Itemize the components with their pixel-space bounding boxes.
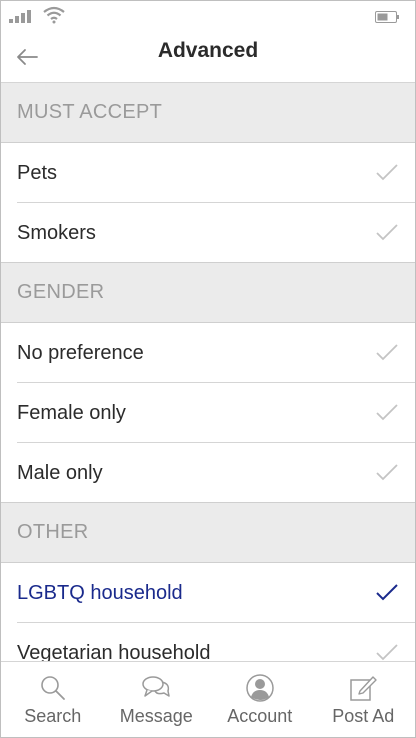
option-label: Female only: [17, 401, 126, 424]
check-icon: [376, 584, 398, 601]
check-icon: [376, 164, 398, 181]
option-row-no-preference[interactable]: No preference: [1, 323, 415, 383]
option-row-pets[interactable]: Pets: [1, 143, 415, 203]
option-label: Pets: [17, 161, 58, 184]
check-icon: [376, 644, 398, 661]
option-label: Vegetarian household: [17, 641, 211, 664]
option-row-male-only[interactable]: Male only: [1, 443, 415, 503]
option-label: Smokers: [17, 221, 96, 244]
tab-label: Message: [119, 706, 193, 726]
search-icon: [40, 676, 65, 700]
tab-label: Account: [227, 706, 293, 726]
option-label: Male only: [17, 461, 103, 484]
tab-message[interactable]: Message: [105, 662, 209, 737]
section-header-other: OTHER: [1, 503, 415, 563]
section-heading: GENDER: [17, 281, 105, 303]
options-list: MUST ACCEPT Pets Smokers GENDER No prefe…: [1, 83, 415, 663]
post-ad-icon: [350, 676, 377, 701]
option-row-smokers[interactable]: Smokers: [1, 203, 415, 263]
option-row-lgbtq-household[interactable]: LGBTQ household: [1, 563, 415, 623]
tab-label: Search: [24, 706, 82, 726]
status-bar: [1, 1, 415, 33]
section-header-gender: GENDER: [1, 263, 415, 323]
tab-search[interactable]: Search: [1, 662, 105, 737]
message-icon: [142, 676, 170, 697]
option-row-female-only[interactable]: Female only: [1, 383, 415, 443]
divider: [1, 502, 415, 503]
option-row-vegetarian-household[interactable]: Vegetarian household: [1, 623, 415, 663]
tab-bar: Search Message Account Post Ad: [1, 661, 415, 737]
option-label: No preference: [17, 341, 144, 364]
check-icon: [376, 344, 398, 361]
signal-strength-icon: [9, 10, 31, 23]
check-icon: [376, 464, 398, 481]
account-icon: [246, 674, 274, 702]
check-icon: [376, 224, 398, 241]
battery-icon: [375, 11, 399, 23]
tab-label: Post Ad: [332, 706, 395, 726]
page-title: Advanced: [157, 39, 259, 62]
tab-post-ad[interactable]: Post Ad: [312, 662, 416, 737]
divider: [1, 262, 415, 263]
section-header-must-accept: MUST ACCEPT: [1, 83, 415, 143]
section-heading: MUST ACCEPT: [17, 101, 163, 123]
wifi-icon: [43, 6, 65, 24]
option-label: LGBTQ household: [17, 581, 183, 604]
section-heading: OTHER: [17, 521, 89, 543]
nav-bar: Advanced: [1, 33, 415, 83]
app-frame: Advanced MUST ACCEPT Pets Smokers GENDER…: [0, 0, 416, 738]
tab-account[interactable]: Account: [208, 662, 312, 737]
check-icon: [376, 404, 398, 421]
